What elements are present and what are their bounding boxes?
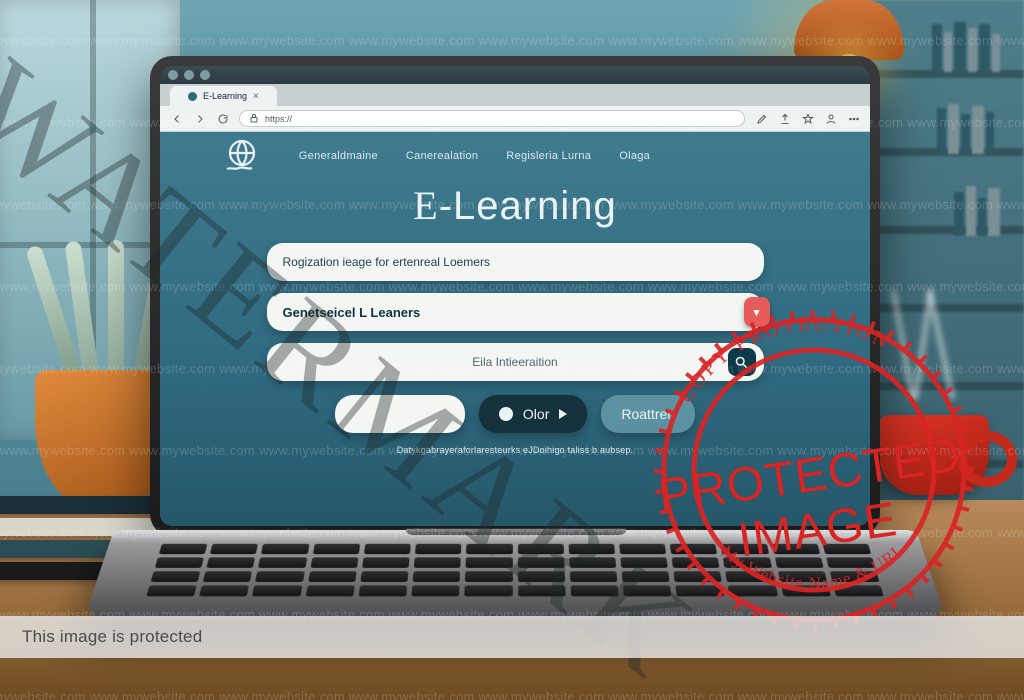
coffee-steam [894, 290, 954, 410]
star-icon[interactable] [801, 112, 814, 125]
dropdown-arrow-icon[interactable]: ▾ [744, 297, 770, 327]
laptop-lid: E-Learning × https:// [150, 56, 880, 536]
laptop: E-Learning × https:// [150, 56, 880, 656]
site-nav: Generaldmaine Canerealation Regisleria L… [217, 132, 813, 180]
edit-icon[interactable] [755, 112, 768, 125]
button-label: Olor [523, 406, 549, 422]
nav-link[interactable]: Olaga [619, 150, 650, 162]
shelf-books [954, 186, 1002, 241]
menu-icon[interactable] [847, 112, 860, 125]
nav-link[interactable]: Canerealation [406, 150, 478, 162]
address-text: https:// [265, 114, 292, 124]
coffee-cup [879, 415, 989, 495]
page-title: E-Learning [413, 182, 616, 229]
field-learners[interactable]: Genetseicel L Leaners ▾ [267, 293, 764, 331]
button-label: Roattren [621, 406, 675, 422]
field-placeholder: Eila Intieeraition [472, 355, 557, 369]
protection-bar-text: This image is protected [22, 627, 202, 647]
keyboard [145, 544, 885, 600]
reload-icon[interactable] [216, 112, 229, 125]
play-icon [559, 409, 567, 419]
share-icon[interactable] [778, 112, 791, 125]
browser-tab[interactable]: E-Learning × [170, 86, 277, 106]
shelf-books [937, 104, 996, 159]
lock-icon [248, 112, 260, 126]
nav-forward-icon[interactable] [193, 112, 206, 125]
fine-print: Datykgabrayeraforlaresteurks eJDoihigo t… [397, 445, 634, 455]
record-icon [499, 407, 513, 421]
window-button[interactable] [184, 70, 194, 80]
close-icon[interactable]: × [253, 91, 259, 102]
field-label: Genetseicel L Leaners [283, 305, 421, 320]
nav-link[interactable]: Regisleria Lurna [506, 150, 591, 162]
window-button[interactable] [200, 70, 210, 80]
nav-back-icon[interactable] [170, 112, 183, 125]
laptop-hinge [406, 529, 627, 535]
empty-slot[interactable] [335, 395, 465, 433]
profile-icon[interactable] [824, 112, 837, 125]
register-button[interactable]: Roattren [601, 395, 695, 433]
play-button[interactable]: Olor [479, 395, 587, 433]
field-label: Rogization ieage for ertenreal Loemers [283, 255, 490, 269]
tab-label: E-Learning [203, 91, 247, 101]
registration-form: Rogization ieage for ertenreal Loemers G… [267, 243, 764, 433]
nav-link[interactable]: Generaldmaine [299, 150, 378, 162]
scene-root: E-Learning × https:// [0, 0, 1024, 700]
browser-toolbar: https:// [160, 106, 870, 132]
search-icon[interactable] [728, 348, 756, 376]
brand-logo-icon[interactable] [217, 131, 267, 181]
shelf-books [932, 22, 1002, 77]
window-button[interactable] [168, 70, 178, 80]
field-registration[interactable]: Rogization ieage for ertenreal Loemers [267, 243, 764, 281]
laptop-screen: E-Learning × https:// [160, 66, 870, 526]
window-titlebar [160, 66, 870, 84]
address-bar[interactable]: https:// [239, 110, 745, 127]
browser-tabbar: E-Learning × [160, 84, 870, 106]
tab-favicon [188, 92, 197, 101]
laptop-base [83, 530, 947, 620]
webpage: Generaldmaine Canerealation Regisleria L… [160, 132, 870, 526]
search-field[interactable]: Eila Intieeraition [267, 343, 764, 381]
button-row: Olor Roattren [267, 395, 764, 433]
protection-bar: This image is protected [0, 616, 1024, 658]
